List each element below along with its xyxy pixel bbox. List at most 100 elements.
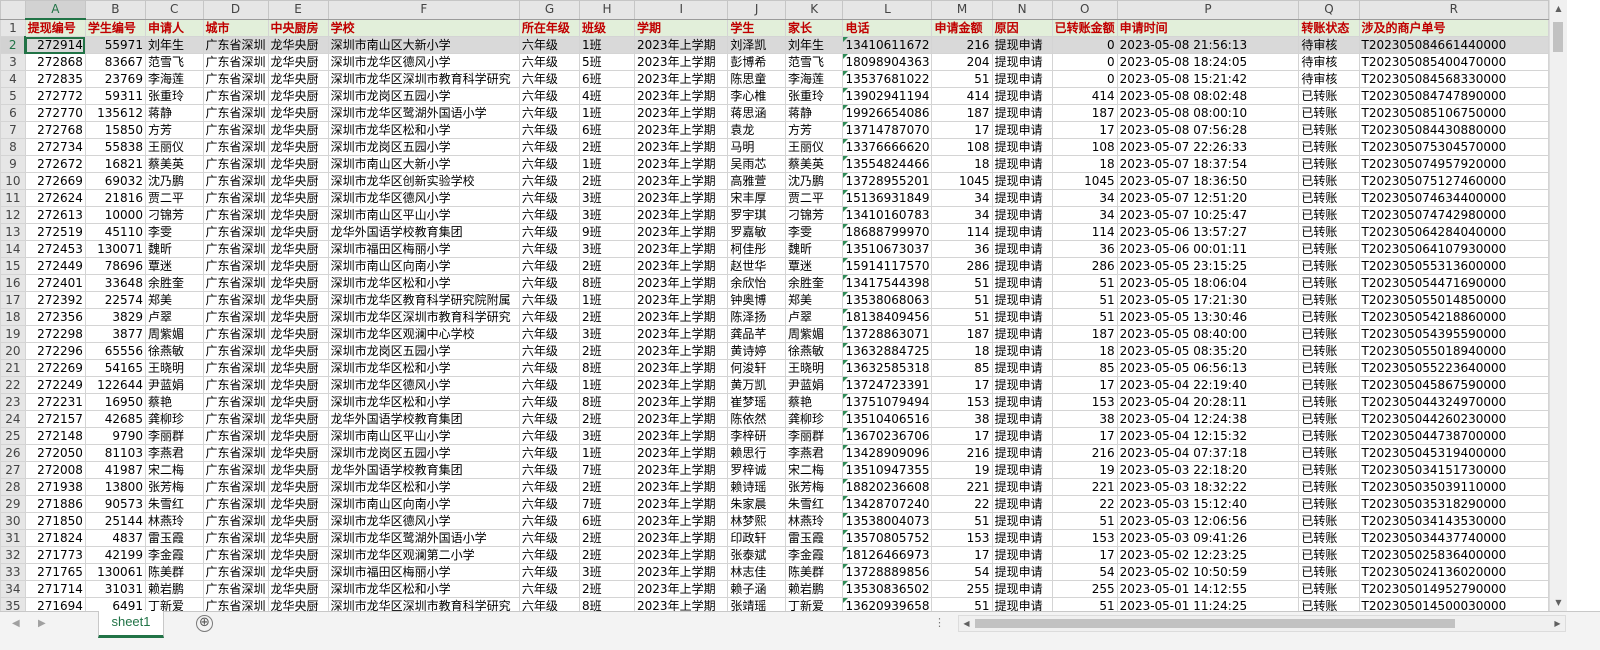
table-cell[interactable]: 3班 bbox=[579, 240, 636, 258]
table-cell[interactable]: 2023-05-08 08:02:48 bbox=[1116, 87, 1300, 105]
table-cell[interactable]: 提现申请 bbox=[991, 512, 1053, 530]
table-cell[interactable]: 彭博希 bbox=[727, 53, 786, 71]
table-cell[interactable]: 272401 bbox=[24, 274, 86, 292]
table-cell[interactable]: 51 bbox=[931, 597, 993, 611]
table-cell[interactable]: 龙华央厨 bbox=[267, 495, 329, 513]
table-cell[interactable]: 宋二梅 bbox=[784, 461, 844, 479]
table-cell[interactable]: 黄诗婷 bbox=[727, 342, 786, 360]
column-header-cell[interactable]: 班级 bbox=[579, 18, 636, 37]
table-cell[interactable]: 18138409456 bbox=[842, 308, 933, 326]
table-cell[interactable]: 已转账 bbox=[1298, 444, 1360, 462]
table-cell[interactable]: 张重玲 bbox=[784, 87, 844, 105]
add-sheet-icon[interactable]: ⊕ bbox=[196, 615, 213, 632]
table-cell[interactable]: 272050 bbox=[24, 444, 86, 462]
table-cell[interactable]: 18098904363 bbox=[842, 53, 933, 71]
table-cell[interactable]: 2023年上学期 bbox=[634, 53, 729, 71]
table-cell[interactable]: 广东省深圳 bbox=[202, 376, 269, 394]
table-cell[interactable]: 17 bbox=[931, 121, 993, 139]
table-cell[interactable]: 2023-05-03 09:41:26 bbox=[1116, 529, 1300, 547]
table-cell[interactable]: 13620939658 bbox=[842, 597, 933, 611]
row-number[interactable]: 22 bbox=[0, 376, 26, 394]
table-cell[interactable]: 沈乃鹏 bbox=[144, 172, 204, 190]
table-cell[interactable]: 六年级 bbox=[518, 376, 581, 394]
table-cell[interactable]: 提现申请 bbox=[991, 342, 1053, 360]
table-cell[interactable]: 龙华央厨 bbox=[267, 104, 329, 122]
table-cell[interactable]: 龙华央厨 bbox=[267, 410, 329, 428]
table-cell[interactable]: 六年级 bbox=[518, 546, 581, 564]
table-cell[interactable]: 13510947355 bbox=[842, 461, 933, 479]
row-number[interactable]: 32 bbox=[0, 546, 26, 564]
table-cell[interactable]: 13530836502 bbox=[842, 580, 933, 598]
table-cell[interactable]: 已转账 bbox=[1298, 206, 1360, 224]
table-cell[interactable]: 19926654086 bbox=[842, 104, 933, 122]
table-cell[interactable]: 蔡艳 bbox=[784, 393, 844, 411]
table-cell[interactable]: 2班 bbox=[579, 580, 636, 598]
table-cell[interactable]: 2023-05-03 22:18:20 bbox=[1116, 461, 1300, 479]
table-cell[interactable]: 216 bbox=[1051, 444, 1118, 462]
table-cell[interactable]: 深圳市南山区向南小学 bbox=[327, 495, 520, 513]
table-cell[interactable]: 16950 bbox=[84, 393, 146, 411]
table-cell[interactable]: 78696 bbox=[84, 257, 146, 275]
table-cell[interactable]: 深圳市福田区梅丽小学 bbox=[327, 240, 520, 258]
table-cell[interactable]: 六年级 bbox=[518, 410, 581, 428]
table-cell[interactable]: 提现申请 bbox=[991, 121, 1053, 139]
table-cell[interactable]: 2023-05-05 13:30:46 bbox=[1116, 308, 1300, 326]
table-cell[interactable]: 3班 bbox=[579, 189, 636, 207]
table-cell[interactable]: 8班 bbox=[579, 274, 636, 292]
table-cell[interactable]: 51 bbox=[1051, 597, 1118, 611]
table-cell[interactable]: 周紫媚 bbox=[784, 325, 844, 343]
table-cell[interactable]: 贾二平 bbox=[144, 189, 204, 207]
table-cell[interactable]: 255 bbox=[931, 580, 993, 598]
table-cell[interactable]: 2023-05-04 22:19:40 bbox=[1116, 376, 1300, 394]
table-cell[interactable]: 深圳市龙华区创新实验学校 bbox=[327, 172, 520, 190]
table-cell[interactable]: 2023年上学期 bbox=[634, 325, 729, 343]
column-header-cell[interactable]: 所在年级 bbox=[518, 18, 581, 37]
table-cell[interactable]: 13728863071 bbox=[842, 325, 933, 343]
table-cell[interactable]: 提现申请 bbox=[991, 427, 1053, 445]
table-cell[interactable]: 已转账 bbox=[1298, 529, 1360, 547]
table-cell[interactable]: 272356 bbox=[24, 308, 86, 326]
row-number[interactable]: 19 bbox=[0, 325, 26, 343]
table-cell[interactable]: 51 bbox=[931, 70, 993, 88]
table-cell[interactable]: 深圳市龙华区教育科学研究院附属 bbox=[327, 291, 520, 309]
column-letter-b[interactable]: B bbox=[84, 0, 146, 20]
scroll-left-arrow-icon[interactable]: ◀ bbox=[959, 616, 974, 631]
table-cell[interactable]: 已转账 bbox=[1298, 104, 1360, 122]
table-cell[interactable]: 13728889856 bbox=[842, 563, 933, 581]
table-cell[interactable]: 1班 bbox=[579, 155, 636, 173]
table-cell[interactable]: 13800 bbox=[84, 478, 146, 496]
table-cell[interactable]: 2023年上学期 bbox=[634, 495, 729, 513]
table-cell[interactable]: 深圳市龙华区鹭湖外国语小学 bbox=[327, 104, 520, 122]
table-cell[interactable]: 深圳市南山区大新小学 bbox=[327, 36, 520, 54]
table-cell[interactable]: 深圳市龙华区深圳市教育科学研究 bbox=[327, 597, 520, 611]
table-cell[interactable]: 提现申请 bbox=[991, 172, 1053, 190]
table-cell[interactable]: 卢翠 bbox=[144, 308, 204, 326]
table-cell[interactable]: 114 bbox=[931, 223, 993, 241]
table-cell[interactable]: 2班 bbox=[579, 546, 636, 564]
table-cell[interactable]: 272298 bbox=[24, 325, 86, 343]
table-cell[interactable]: 1045 bbox=[931, 172, 993, 190]
table-cell[interactable]: 已转账 bbox=[1298, 274, 1360, 292]
column-header-cell[interactable]: 申请时间 bbox=[1116, 18, 1300, 37]
table-cell[interactable]: 刘泽凯 bbox=[727, 36, 786, 54]
table-cell[interactable]: 108 bbox=[1051, 138, 1118, 156]
table-cell[interactable]: 蔡美英 bbox=[144, 155, 204, 173]
table-cell[interactable]: 蔡艳 bbox=[144, 393, 204, 411]
table-cell[interactable]: 提现申请 bbox=[991, 104, 1053, 122]
table-cell[interactable]: 已转账 bbox=[1298, 172, 1360, 190]
column-letter-e[interactable]: E bbox=[267, 0, 329, 20]
table-cell[interactable]: 38 bbox=[931, 410, 993, 428]
table-cell[interactable]: 3877 bbox=[84, 325, 146, 343]
table-cell[interactable]: 龙华央厨 bbox=[267, 121, 329, 139]
table-cell[interactable]: 13537681022 bbox=[842, 70, 933, 88]
table-cell[interactable]: 六年级 bbox=[518, 206, 581, 224]
table-cell[interactable]: 龙华央厨 bbox=[267, 138, 329, 156]
table-cell[interactable]: T202305064284040000 bbox=[1358, 223, 1549, 241]
table-cell[interactable]: 提现申请 bbox=[991, 376, 1053, 394]
table-cell[interactable]: 15914117570 bbox=[842, 257, 933, 275]
table-cell[interactable]: 广东省深圳 bbox=[202, 121, 269, 139]
table-cell[interactable]: 22 bbox=[1051, 495, 1118, 513]
table-cell[interactable]: 2023年上学期 bbox=[634, 223, 729, 241]
vertical-scrollbar[interactable]: ▲ ▼ bbox=[1549, 0, 1567, 611]
table-cell[interactable]: 2023-05-04 20:28:11 bbox=[1116, 393, 1300, 411]
